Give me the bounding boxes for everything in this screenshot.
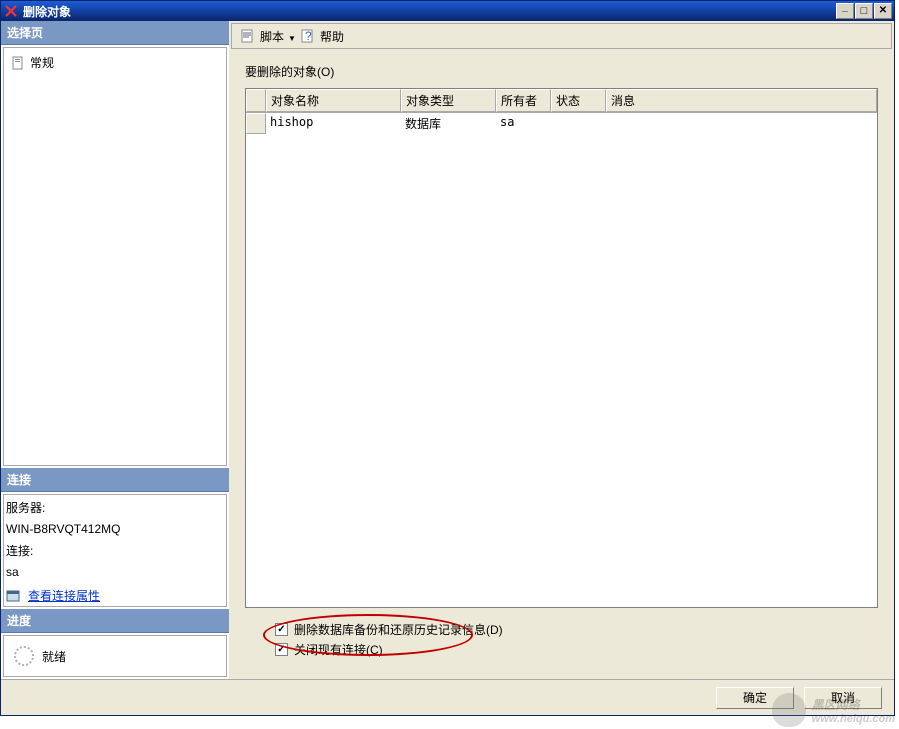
script-icon [240,28,256,44]
spinner-icon [14,646,34,666]
col-message[interactable]: 消息 [606,89,877,112]
table-row[interactable]: hishop 数据库 sa [246,113,877,134]
sidebar-item-label: 常规 [30,54,54,71]
sidebar: 选择页 常规 连接 服务器: WIN-B8RVQT412MQ 连接: sa [1,21,229,679]
objects-to-delete-label: 要删除的对象(O) [245,63,878,80]
window-title: 删除对象 [23,3,835,20]
col-type[interactable]: 对象类型 [401,89,496,112]
connection-header: 连接 [1,468,229,492]
highlight-ellipse [263,614,473,656]
app-icon [3,3,19,19]
grid-body: hishop 数据库 sa [246,113,877,607]
help-label: 帮助 [320,28,344,45]
main-panel: 脚本 ▼ ? 帮助 要删除的对象(O) 对象名称 对象类型 [229,21,894,679]
col-rowhead [246,89,266,112]
sidebar-item-general[interactable]: 常规 [8,52,222,73]
col-status[interactable]: 状态 [551,89,606,112]
cell-message [606,113,877,134]
cell-name: hishop [266,113,401,134]
select-page-header: 选择页 [1,21,229,45]
help-button[interactable]: ? 帮助 [296,26,348,47]
connection-label: 连接: [6,542,224,559]
col-name[interactable]: 对象名称 [266,89,401,112]
connection-panel: 服务器: WIN-B8RVQT412MQ 连接: sa 查看连接属性 [3,494,227,607]
cell-type: 数据库 [401,113,496,134]
objects-grid[interactable]: 对象名称 对象类型 所有者 状态 消息 hishop 数据库 sa [245,88,878,608]
progress-header: 进度 [1,609,229,633]
content: 要删除的对象(O) 对象名称 对象类型 所有者 状态 消息 hishop [231,53,892,677]
progress-status: 就绪 [42,648,66,665]
grid-header: 对象名称 对象类型 所有者 状态 消息 [246,89,877,113]
toolbar: 脚本 ▼ ? 帮助 [231,23,892,49]
progress-panel: 就绪 [3,635,227,677]
svg-text:?: ? [305,29,312,43]
delete-object-dialog: 删除对象 选择页 常规 连接 服务器: WIN-B8RVQT412MQ 连接: … [0,0,895,716]
view-connection-props[interactable]: 查看连接属性 [6,587,224,604]
titlebar[interactable]: 删除对象 [1,1,894,21]
close-button[interactable] [874,3,892,19]
view-connection-props-link[interactable]: 查看连接属性 [28,587,100,604]
cell-owner: sa [496,113,551,134]
minimize-button[interactable] [836,3,854,19]
properties-icon [6,588,22,604]
connection-value: sa [6,565,224,579]
footer: 确定 取消 [1,679,894,715]
script-button[interactable]: 脚本 ▼ [236,26,292,47]
row-header [246,113,266,134]
dialog-body: 选择页 常规 连接 服务器: WIN-B8RVQT412MQ 连接: sa [1,21,894,679]
checkbox-group: 删除数据库备份和还原历史记录信息(D) 关闭现有连接(C) [245,618,878,661]
select-page-panel: 常规 [3,47,227,466]
server-value: WIN-B8RVQT412MQ [6,522,224,536]
help-icon: ? [300,28,316,44]
ok-button[interactable]: 确定 [716,687,794,709]
col-owner[interactable]: 所有者 [496,89,551,112]
page-icon [10,55,26,71]
server-label: 服务器: [6,499,224,516]
cancel-button[interactable]: 取消 [804,687,882,709]
cell-status [551,113,606,134]
maximize-button[interactable] [855,3,873,19]
script-label: 脚本 [260,28,284,45]
